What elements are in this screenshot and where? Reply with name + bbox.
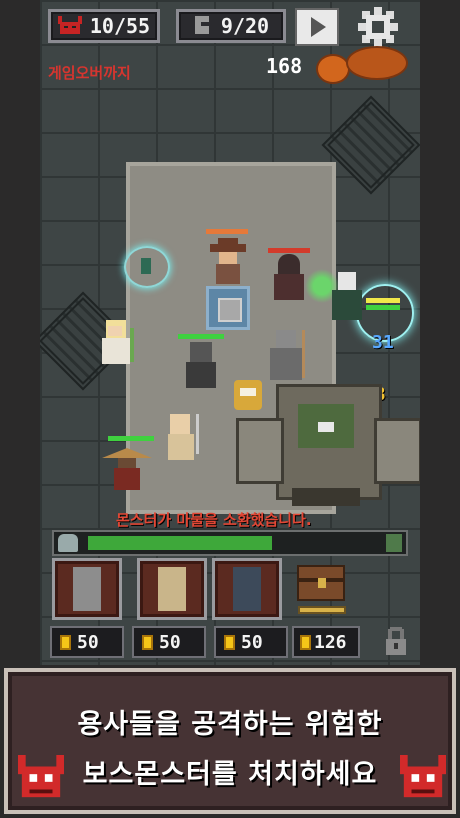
straw-hat-hero bbox=[102, 442, 152, 490]
game-view: 10/55 9/20 게임오버까지 168 31 몬스터가 마물을 소환했습니다… bbox=[40, 0, 420, 665]
door-icon bbox=[386, 534, 402, 552]
unit-card-knight[interactable] bbox=[52, 558, 122, 620]
skull-icon bbox=[58, 534, 78, 552]
elf-archer-hero bbox=[94, 320, 138, 366]
chest-icon[interactable] bbox=[296, 562, 346, 602]
chest-progress bbox=[298, 606, 346, 614]
price-archer: 50 bbox=[132, 626, 206, 658]
gameover-countdown-label: 게임오버까지 bbox=[48, 64, 131, 82]
monster-count-box: 10/55 bbox=[48, 9, 160, 43]
demon-icon bbox=[400, 755, 446, 798]
hp-bar bbox=[108, 436, 154, 441]
score-value: 168 bbox=[266, 54, 303, 78]
coin-icon bbox=[224, 634, 235, 650]
speed-play-button[interactable] bbox=[295, 8, 339, 46]
damage-number: 31 bbox=[372, 332, 394, 353]
hp-bar bbox=[366, 305, 400, 310]
dark-knight-hero bbox=[182, 342, 220, 390]
unit-count-box: 9/20 bbox=[176, 9, 286, 43]
hp-bar bbox=[178, 334, 224, 339]
wave-progress bbox=[52, 530, 408, 556]
coin-icon bbox=[142, 634, 153, 650]
goblin-swordsman-hero bbox=[160, 414, 204, 464]
play-icon bbox=[311, 17, 326, 37]
price-chest: 126 bbox=[292, 626, 360, 658]
demon-icon bbox=[57, 16, 82, 34]
hp-bar bbox=[366, 298, 400, 303]
skeleton-reaper bbox=[328, 272, 366, 322]
banner-line-2: 보스몬스터를 처치하세요 bbox=[82, 759, 378, 790]
coin-icon bbox=[300, 634, 311, 650]
hooded-monster bbox=[274, 254, 304, 300]
pumpkin-icon bbox=[316, 54, 350, 84]
promo-banner: 용사들을 공격하는 위험한 보스몬스터를 처치하세요 bbox=[4, 668, 456, 814]
unit-card-archer[interactable] bbox=[137, 558, 207, 620]
wave-progress-fill bbox=[88, 536, 272, 550]
banner-line-1: 용사들을 공격하는 위험한 bbox=[77, 709, 383, 740]
cowboy-hero bbox=[210, 238, 246, 286]
hp-bar bbox=[206, 229, 248, 234]
gear-icon[interactable] bbox=[358, 7, 398, 47]
rune-circle bbox=[124, 246, 170, 288]
golem-boss bbox=[236, 384, 420, 508]
price-warrior: 50 bbox=[214, 626, 288, 658]
unit-count: 9/20 bbox=[220, 14, 270, 38]
lock-icon[interactable] bbox=[384, 625, 408, 657]
monster-count: 10/55 bbox=[89, 14, 151, 38]
hp-bar bbox=[268, 248, 310, 253]
pumpkin-icon bbox=[346, 46, 408, 80]
price-knight: 50 bbox=[50, 626, 124, 658]
battle-message: 몬스터가 마물을 소환했습니다. bbox=[116, 511, 312, 529]
unit-card-warrior[interactable] bbox=[212, 558, 282, 620]
demon-icon bbox=[18, 755, 64, 798]
armored-monster bbox=[266, 330, 306, 382]
coin-icon bbox=[60, 634, 71, 650]
helmet-icon bbox=[194, 16, 209, 34]
stone-pedestal bbox=[206, 286, 250, 330]
